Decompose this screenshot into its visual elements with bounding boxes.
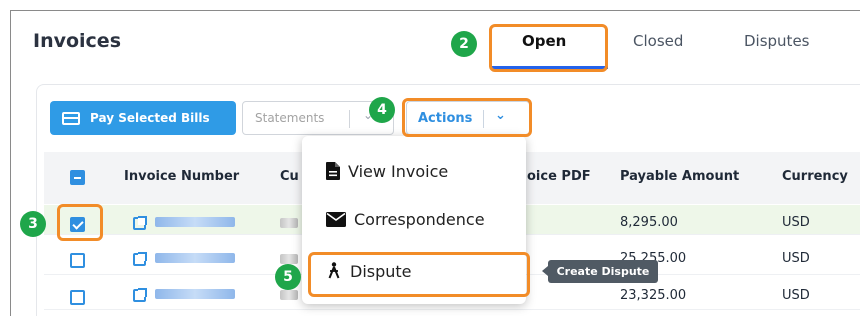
step-2-badge: 2 (451, 31, 477, 57)
payable-amount-cell: 23,325.00 (620, 288, 687, 303)
column-header-payable-amount[interactable]: Payable Amount (620, 169, 739, 184)
menu-item-view-invoice[interactable]: View Invoice (302, 150, 526, 192)
column-header-invoice-number[interactable]: Invoice Number (124, 169, 239, 184)
active-tab-indicator (490, 66, 608, 69)
step-3-badge: 3 (20, 211, 46, 237)
tab-disputes[interactable]: Disputes (744, 32, 810, 50)
currency-cell: USD (782, 288, 810, 303)
chevron-down-icon[interactable]: ⌄ (495, 108, 506, 123)
credit-card-icon (62, 111, 80, 125)
external-link-icon[interactable] (133, 252, 147, 266)
create-dispute-tooltip: Create Dispute (542, 260, 658, 283)
statements-divider (349, 110, 350, 128)
customer-cell (280, 290, 298, 300)
menu-item-correspondence[interactable]: Correspondence (302, 198, 526, 240)
step-4-badge: 4 (369, 97, 395, 123)
pay-selected-bills-label: Pay Selected Bills (90, 111, 210, 125)
pay-selected-bills-button[interactable]: Pay Selected Bills (50, 101, 236, 135)
page-title: Invoices (33, 30, 122, 52)
invoice-number-link[interactable] (155, 217, 235, 227)
step-5-badge: 5 (275, 264, 301, 290)
customer-cell (280, 254, 298, 264)
row-checkbox[interactable] (70, 290, 85, 305)
external-link-icon[interactable] (133, 288, 147, 302)
invoice-number-link[interactable] (155, 253, 235, 263)
invoice-number-link[interactable] (155, 289, 235, 299)
actions-dropdown[interactable]: Actions ⌄ (406, 101, 530, 135)
actions-divider (483, 110, 484, 128)
currency-cell: USD (782, 251, 810, 266)
document-icon (326, 162, 340, 180)
scissors-person-icon (328, 262, 340, 279)
column-header-currency[interactable]: Currency (782, 169, 848, 184)
menu-item-label: Dispute (350, 261, 412, 281)
actions-menu: View Invoice Correspondence Dispute (302, 136, 526, 304)
menu-item-label: View Invoice (348, 161, 449, 181)
row-checkbox[interactable] (70, 253, 85, 268)
currency-cell: USD (782, 215, 810, 230)
column-header-invoice-pdf[interactable]: oice PDF (527, 169, 591, 184)
actions-label: Actions (418, 110, 473, 126)
external-link-icon[interactable] (133, 216, 147, 230)
column-header-customer[interactable]: Cu (280, 169, 299, 184)
customer-cell (280, 218, 298, 228)
select-all-checkbox[interactable] (70, 170, 85, 185)
menu-item-label: Correspondence (354, 209, 485, 229)
statements-label: Statements (255, 111, 325, 125)
envelope-icon (326, 211, 346, 227)
payable-amount-cell: 8,295.00 (620, 215, 678, 230)
menu-item-dispute[interactable]: Dispute (302, 250, 526, 292)
tab-closed[interactable]: Closed (633, 32, 683, 50)
tab-open[interactable]: Open (522, 32, 566, 50)
row-checkbox[interactable] (70, 217, 85, 232)
